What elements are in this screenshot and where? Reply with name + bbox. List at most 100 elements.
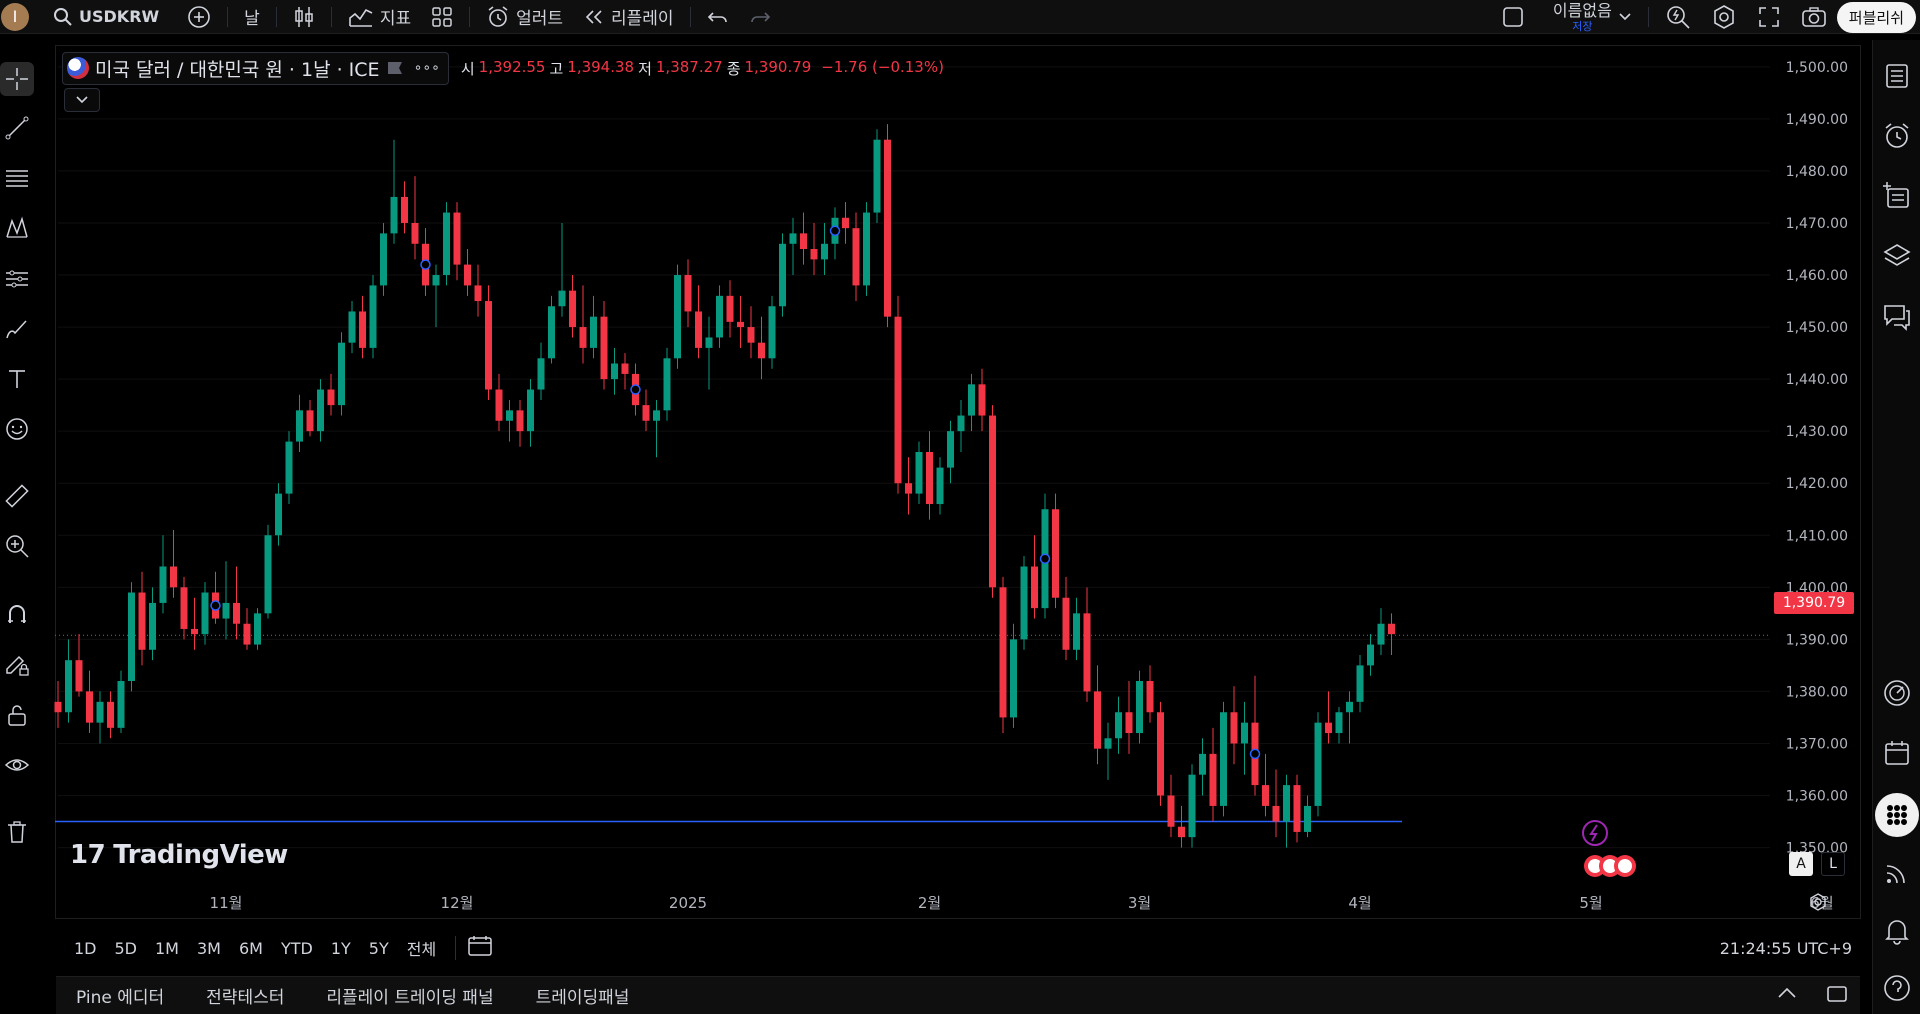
candle: [443, 202, 450, 286]
goto-date-button[interactable]: [466, 934, 494, 962]
candle-body: [1010, 639, 1017, 718]
tf-button[interactable]: 5Y: [360, 939, 398, 958]
chart-legend: 미국 달러 / 대한민국 원 · 1날 · ICE ∘∘∘ 시 1,392.55 …: [62, 51, 944, 85]
candle: [275, 483, 282, 546]
tab-trading-panel[interactable]: 트레이딩패널: [536, 983, 630, 1008]
calendar-range-icon: [468, 936, 492, 956]
candle-body: [947, 431, 954, 468]
candle: [968, 373, 975, 432]
symbol-legend-button[interactable]: 미국 달러 / 대한민국 원 · 1날 · ICE ∘∘∘: [62, 51, 449, 85]
object-tree-button[interactable]: [1879, 238, 1915, 274]
flag-bookmark-icon[interactable]: [386, 60, 404, 76]
candle-body: [579, 327, 587, 348]
tf-button[interactable]: 1Y: [322, 939, 360, 958]
candle: [1062, 576, 1070, 661]
candle: [243, 608, 251, 650]
candle-body: [1272, 805, 1280, 822]
log-scale-button[interactable]: L: [1821, 852, 1845, 876]
close-label: 종: [726, 59, 741, 78]
candle-body: [264, 535, 272, 614]
candle: [138, 571, 146, 666]
chevron-up-icon[interactable]: [1776, 985, 1798, 1001]
streams-button[interactable]: [1879, 855, 1915, 891]
help-icon: [1884, 975, 1910, 1001]
candle-body: [789, 233, 797, 244]
tech-analysis-button[interactable]: [1879, 675, 1915, 711]
candle: [1125, 681, 1133, 754]
candle-body: [842, 217, 849, 229]
candle-body: [527, 389, 534, 432]
candle-body: [117, 681, 125, 728]
watchlist-button[interactable]: [1879, 58, 1915, 94]
candle-body: [779, 243, 786, 307]
candle: [789, 217, 797, 276]
time-axis-settings-icon[interactable]: [1808, 892, 1828, 912]
notifications-button[interactable]: [1879, 913, 1915, 949]
candle: [306, 399, 314, 437]
candle: [611, 347, 618, 395]
alerts-panel-button[interactable]: [1879, 118, 1915, 154]
add-watchlist-button[interactable]: [1879, 178, 1915, 214]
price-tick-label: 1,360.00: [1786, 789, 1848, 805]
auto-scale-button[interactable]: A: [1789, 852, 1813, 876]
candle-body: [1293, 785, 1301, 832]
candle: [453, 202, 461, 281]
candle-body: [222, 602, 230, 619]
candle-body: [233, 602, 240, 624]
products-button[interactable]: [1875, 793, 1919, 837]
legend-collapse-button[interactable]: [64, 88, 100, 112]
candle-body: [558, 290, 566, 307]
candle: [149, 587, 156, 661]
candle-body: [338, 342, 345, 406]
candle: [852, 212, 860, 302]
tf-button[interactable]: 5D: [106, 939, 147, 958]
price-tick-label: 1,460.00: [1786, 268, 1848, 284]
candle: [1241, 701, 1248, 775]
candle: [1020, 556, 1028, 650]
lightning-icon[interactable]: [1582, 820, 1608, 846]
candle: [1199, 738, 1206, 796]
candle: [464, 248, 471, 296]
candle: [716, 285, 723, 348]
price-tick-label: 1,500.00: [1786, 60, 1848, 76]
candle-body: [569, 290, 576, 328]
tf-button[interactable]: 3M: [188, 939, 230, 958]
maximize-panel-icon[interactable]: [1826, 985, 1848, 1003]
candle-body: [1188, 774, 1196, 838]
candle: [264, 524, 272, 619]
candle: [75, 634, 83, 697]
tf-button[interactable]: YTD: [272, 939, 322, 958]
tab-replay-trading[interactable]: 리플레이 트레이딩 패널: [326, 983, 493, 1008]
tradingview-watermark: 𝟭𝟳 TradingView: [70, 840, 288, 870]
candle: [359, 295, 366, 359]
tf-button[interactable]: 1D: [56, 939, 106, 958]
us-economic-event-icon[interactable]: [1614, 855, 1636, 877]
candle: [926, 431, 933, 520]
candle: [1356, 654, 1364, 713]
tf-button[interactable]: 전체: [398, 936, 445, 960]
chat-button[interactable]: [1879, 298, 1915, 334]
candle: [821, 222, 828, 276]
calendar-button[interactable]: [1879, 735, 1915, 771]
more-icon[interactable]: ∘∘∘: [414, 60, 440, 76]
candle: [338, 332, 345, 416]
candle: [737, 295, 744, 348]
tf-button[interactable]: 1M: [146, 939, 188, 958]
chevron-down-icon: [76, 96, 88, 104]
candle-body: [642, 405, 650, 421]
tf-button[interactable]: 6M: [230, 939, 272, 958]
right-sidebar: [1872, 40, 1920, 1014]
calendar-icon: [1885, 741, 1909, 765]
candle: [128, 582, 135, 692]
candle-body: [432, 275, 440, 286]
candle-body: [96, 701, 104, 723]
candle-body: [1335, 712, 1343, 734]
candle: [401, 181, 408, 234]
tab-strategy-tester[interactable]: 전략테스터: [206, 983, 284, 1008]
price-tick-label: 1,420.00: [1786, 476, 1848, 492]
tab-pine-editor[interactable]: Pine 에디터: [76, 983, 164, 1008]
clock-timezone[interactable]: 21:24:55 UTC+9: [1720, 939, 1852, 958]
candle-body: [1083, 613, 1091, 692]
candle-body: [180, 587, 188, 629]
help-button[interactable]: [1879, 970, 1915, 1006]
